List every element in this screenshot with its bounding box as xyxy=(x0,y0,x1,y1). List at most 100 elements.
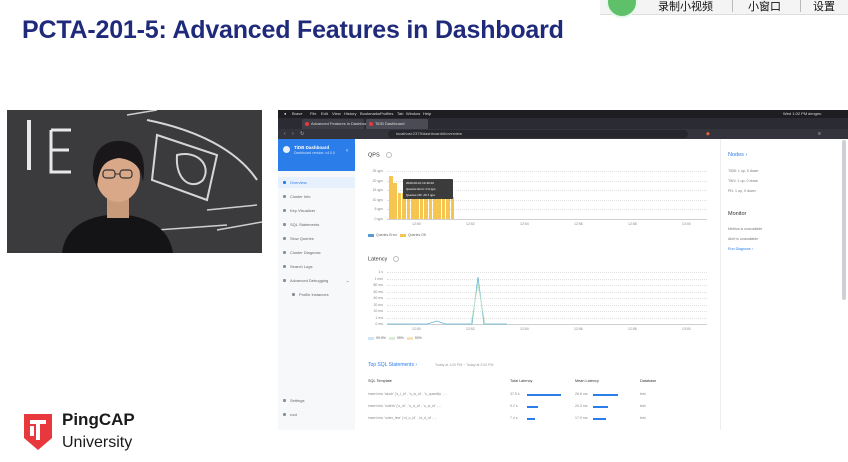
legend-swatch xyxy=(406,336,413,340)
sidebar-item-settings[interactable]: Settings xyxy=(278,395,355,406)
collapse-sidebar-icon[interactable]: ‹ xyxy=(346,148,348,154)
column-header-total-latency[interactable]: Total Latency xyxy=(510,379,532,383)
app-title: TiDB Dashboard xyxy=(294,145,330,150)
menu-window[interactable]: Window xyxy=(406,110,420,118)
reload-icon[interactable]: ↻ xyxy=(300,129,304,139)
total-latency-bar xyxy=(527,393,562,396)
code-icon xyxy=(283,223,286,226)
back-icon[interactable]: ‹ xyxy=(284,129,286,139)
sidebar-item-label: Search Logs xyxy=(290,264,313,269)
user-icon xyxy=(283,413,286,416)
sidebar-item-label: root xyxy=(290,412,297,417)
sidebar-item-label: Cluster Diagnose xyxy=(290,250,321,255)
tab-advanced-features[interactable]: Advanced Features in Dashboar xyxy=(302,119,368,129)
menu-view[interactable]: View xyxy=(332,110,341,118)
presenter-video-frame xyxy=(7,110,262,253)
record-clip-button[interactable]: 录制小视频 xyxy=(658,0,713,14)
divider xyxy=(800,0,801,12)
apple-icon[interactable]: ● xyxy=(284,110,286,118)
monitor-title: Monitor xyxy=(728,211,747,217)
legend-label: 99% xyxy=(396,336,404,340)
logo-line-2: University xyxy=(62,434,133,451)
overview-right-pane: Nodes › TiDB: 1 up, 0 down TiKV: 1 up, 0… xyxy=(720,139,848,430)
sidebar-item-label: Key Visualizer xyxy=(290,208,316,213)
menu-help[interactable]: Help xyxy=(423,110,431,118)
address-url: localhost:2379/dashboard/#/overview xyxy=(396,131,463,136)
column-header-database[interactable]: Database xyxy=(640,379,656,383)
tab-favicon-icon xyxy=(369,122,373,126)
pingcap-university-logo: PingCAP University xyxy=(22,408,162,458)
menu-edit[interactable]: Edit xyxy=(321,110,328,118)
sidebar-item-label: Advanced Debugging xyxy=(290,278,329,283)
top-sql-time-range: Today at 1:00 PM ~ Today at 2:00 PM xyxy=(435,363,494,367)
sidebar-item-label: Cluster Info xyxy=(290,194,311,199)
menu-file[interactable]: File xyxy=(310,110,316,118)
sidebar-item-key-visualizer[interactable]: Key Visualizer xyxy=(278,205,355,216)
monitor-metrics-status: Metrics is unavailable xyxy=(728,227,763,231)
latency-plot xyxy=(387,276,507,325)
sidebar-item-cluster-diagnose[interactable]: Cluster Diagnose xyxy=(278,247,355,258)
mean-latency-bar xyxy=(593,405,609,408)
shared-screen: ● Brave File Edit View History Bookmarks… xyxy=(278,110,848,430)
profile-icon xyxy=(292,293,295,296)
node-status-tidb: TiDB: 1 up, 0 down xyxy=(728,169,759,173)
bug-icon xyxy=(283,279,286,282)
sidebar-item-advanced-debugging[interactable]: Advanced Debugging ⌄ xyxy=(278,275,355,286)
address-bar[interactable]: localhost:2379/dashboard/#/overview xyxy=(388,130,688,138)
total-latency-value: 37.5 s xyxy=(510,392,520,396)
cluster-icon xyxy=(283,195,286,198)
menu-user[interactable]: dengeu xyxy=(808,110,821,118)
settings-button[interactable]: 设置 xyxy=(813,0,835,14)
total-latency-bar xyxy=(527,417,535,420)
menu-tab[interactable]: Tab xyxy=(397,110,403,118)
latency-series-line xyxy=(387,276,507,325)
column-header-mean-latency[interactable]: Mean Latency xyxy=(575,379,599,383)
scrollbar[interactable] xyxy=(842,140,846,300)
tab-tidb-dashboard[interactable]: TiDB Dashboard xyxy=(366,119,428,129)
overview-content: QPS 25 qps 20 qps 15 qps 10 qps 5 qps 0 qps 12… xyxy=(355,139,720,430)
brave-shield-icon[interactable]: ◆ xyxy=(706,129,710,139)
sidebar-item-label: Profile Instances xyxy=(299,292,329,297)
menu-bookmarks[interactable]: Bookmarks xyxy=(360,110,380,118)
latency-legend: 99.9% 99% 90% xyxy=(368,336,422,340)
legend-label: 90% xyxy=(414,336,422,340)
nodes-link[interactable]: Nodes › xyxy=(728,152,747,158)
database-value: test xyxy=(640,404,646,408)
sidebar-item-overview[interactable]: Overview xyxy=(278,177,355,188)
node-status-tikv: TiKV: 1 up, 0 down xyxy=(728,179,759,183)
menu-history[interactable]: History xyxy=(344,110,356,118)
mean-latency-value: 26.6 ms xyxy=(575,392,588,396)
total-latency-value: 7.4 s xyxy=(510,416,518,420)
sidebar-item-profile-instances[interactable]: Profile Instances xyxy=(278,289,355,300)
app-icon[interactable] xyxy=(606,0,638,18)
sidebar-item-slow-queries[interactable]: Slow Queries xyxy=(278,233,355,244)
sidebar-item-user[interactable]: root xyxy=(278,409,355,420)
tidb-logo-icon xyxy=(283,146,290,153)
logo-line-1: PingCAP xyxy=(62,410,135,429)
total-latency-bar xyxy=(527,405,538,408)
sidebar-item-cluster-info[interactable]: Cluster Info xyxy=(278,191,355,202)
run-diagnose-link[interactable]: Run Diagnose › xyxy=(728,247,753,251)
sidebar-item-search-logs[interactable]: Search Logs xyxy=(278,261,355,272)
sidebar-item-label: Overview xyxy=(290,180,307,185)
webcam-feed xyxy=(7,110,262,253)
run-diagnose-label: Run Diagnose xyxy=(728,247,751,251)
menu-icon[interactable]: ≡ xyxy=(818,129,821,139)
mini-window-button[interactable]: 小窗口 xyxy=(748,0,781,14)
sql-template-cell: insert into 'stock' ('s_i_id' , 's_w_id'… xyxy=(368,392,448,396)
top-sql-link[interactable]: Top SQL Statements › xyxy=(368,362,417,368)
menu-profiles[interactable]: Profiles xyxy=(380,110,393,118)
legend-swatch xyxy=(388,336,395,340)
column-header-sql-template[interactable]: SQL Template xyxy=(368,379,392,383)
search-icon xyxy=(283,265,286,268)
legend-swatch xyxy=(368,336,374,340)
sidebar-item-sql-statements[interactable]: SQL Statements xyxy=(278,219,355,230)
tab-favicon-icon xyxy=(305,122,309,126)
nodes-title: Nodes xyxy=(728,152,744,158)
sidebar-item-label: Slow Queries xyxy=(290,236,314,241)
menu-brave[interactable]: Brave xyxy=(292,110,302,118)
gear-icon xyxy=(283,399,286,402)
forward-icon[interactable]: › xyxy=(292,129,294,139)
browser-tab-bar: Advanced Features in Dashboar TiDB Dashb… xyxy=(278,118,848,129)
chevron-down-icon: ⌄ xyxy=(346,278,350,283)
